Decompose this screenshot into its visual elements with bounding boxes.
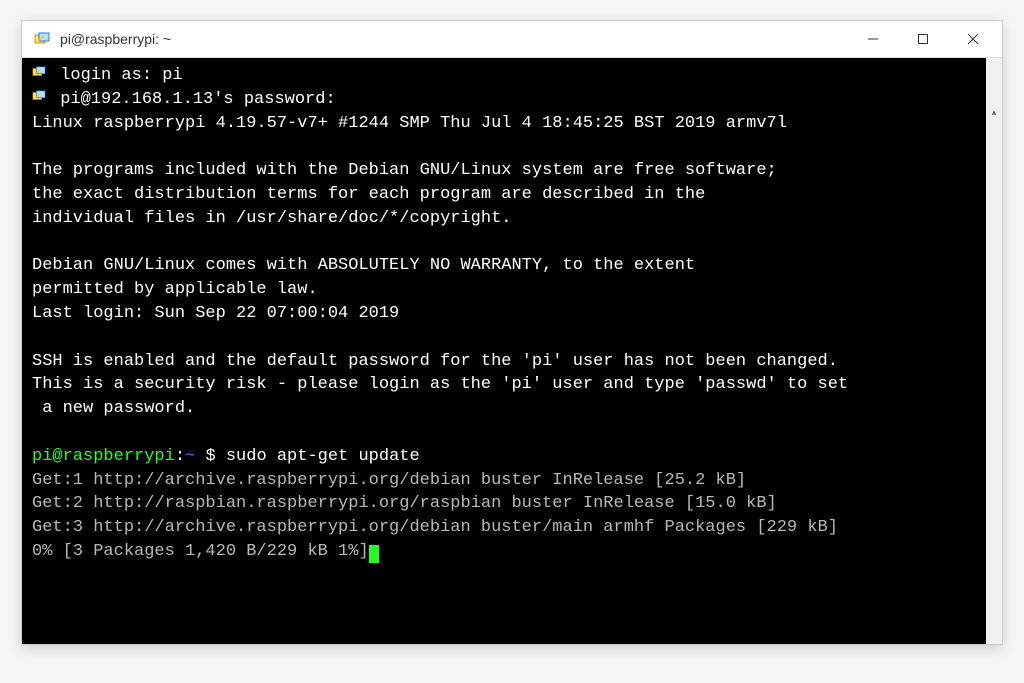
putty-icon [32, 29, 52, 49]
apt-output-line: Get:2 http://raspbian.raspberrypi.org/ra… [32, 494, 777, 513]
titlebar[interactable]: pi@raspberrypi: ~ [22, 21, 1002, 58]
apt-output-line: Get:3 http://archive.raspberrypi.org/deb… [32, 518, 838, 537]
login-prompt: login as: [60, 66, 152, 85]
apt-output-line: Get:1 http://archive.raspberrypi.org/deb… [32, 471, 746, 490]
ssh-warning-line: a new password. [32, 399, 195, 418]
motd-line: the exact distribution terms for each pr… [32, 185, 705, 204]
system-line: Linux raspberrypi 4.19.57-v7+ #1244 SMP … [32, 114, 787, 133]
minimize-button[interactable] [848, 23, 898, 55]
window-controls [848, 23, 998, 55]
last-login: Last login: Sun Sep 22 07:00:04 2019 [32, 304, 399, 323]
terminal-window: pi@raspberrypi: ~ login as: pi pi@192.16… [21, 20, 1003, 645]
terminal-cursor [369, 545, 379, 563]
scroll-up-icon[interactable]: ▲ [986, 106, 1002, 122]
maximize-button[interactable] [898, 23, 948, 55]
close-button[interactable] [948, 23, 998, 55]
ssh-warning-line: SSH is enabled and the default password … [32, 352, 838, 371]
prompt-user: pi@raspberrypi [32, 447, 175, 466]
scrollbar[interactable]: ▲ [986, 58, 1002, 644]
putty-line-icon [32, 88, 50, 112]
prompt-colon: : [175, 447, 185, 466]
motd-line: individual files in /usr/share/doc/*/cop… [32, 209, 511, 228]
prompt-path: ~ [185, 447, 195, 466]
ssh-warning-line: This is a security risk - please login a… [32, 375, 848, 394]
motd-line: permitted by applicable law. [32, 280, 318, 299]
motd-line: The programs included with the Debian GN… [32, 161, 777, 180]
window-title: pi@raspberrypi: ~ [60, 31, 848, 47]
motd-line: Debian GNU/Linux comes with ABSOLUTELY N… [32, 256, 695, 275]
password-prompt: pi@192.168.1.13's password: [60, 90, 335, 109]
terminal-content[interactable]: login as: pi pi@192.168.1.13's password:… [22, 58, 1002, 644]
apt-progress-line: 0% [3 Packages 1,420 B/229 kB 1%] [32, 542, 369, 561]
prompt-dollar: $ [205, 447, 215, 466]
command: sudo apt-get update [226, 447, 420, 466]
login-value: pi [162, 66, 182, 85]
putty-line-icon [32, 64, 50, 88]
